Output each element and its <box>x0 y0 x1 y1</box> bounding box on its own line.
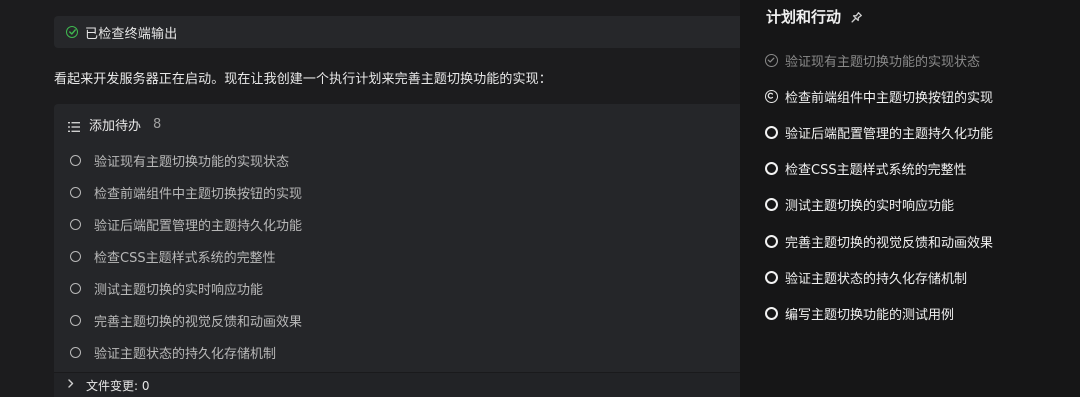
circle-icon <box>765 270 778 284</box>
plan-item-pending: 验证主题状态的持久化存储机制 <box>765 259 993 295</box>
todo-item-label: 验证主题状态的持久化存储机制 <box>94 346 277 362</box>
plan-panel: 计划和行动 验证现有主题切换功能的实现状态 检查前端组件中主题切换按钮的实现 验… <box>740 0 1080 397</box>
plan-item-pending: 编写主题切换功能的测试用例 <box>765 295 993 331</box>
circle-icon <box>765 125 778 139</box>
chat-column: 已检查终端输出 看起来开发服务器正在启动。现在让我创建一个执行计划来完善主题切换… <box>0 0 740 397</box>
plan-item-label: 验证现有主题切换功能的实现状态 <box>785 54 981 70</box>
todo-item-label: 验证后端配置管理的主题持久化功能 <box>94 218 303 234</box>
check-circle-icon <box>66 26 78 38</box>
plan-item-in-progress: 检查前端组件中主题切换按钮的实现 <box>765 78 993 114</box>
todo-item-label: 验证现有主题切换功能的实现状态 <box>94 154 290 170</box>
todo-item: 验证现有主题切换功能的实现状态 <box>70 144 302 176</box>
todo-item: 检查前端组件中主题切换按钮的实现 <box>70 176 302 208</box>
todo-item: 验证主题状态的持久化存储机制 <box>70 336 302 368</box>
circle-icon <box>765 198 778 212</box>
plan-item-label: 检查CSS主题样式系统的完整性 <box>785 163 967 179</box>
terminal-check-label: 已检查终端输出 <box>85 26 178 42</box>
plan-item-pending: 检查CSS主题样式系统的完整性 <box>765 151 993 187</box>
todo-list: 验证现有主题切换功能的实现状态 检查前端组件中主题切换按钮的实现 验证后端配置管… <box>70 144 302 368</box>
plan-item-label: 编写主题切换功能的测试用例 <box>785 307 955 323</box>
todo-card: 添加待办 8 验证现有主题切换功能的实现状态 检查前端组件中主题切换按钮的实现 … <box>54 104 740 372</box>
circle-icon <box>70 282 81 294</box>
todo-item-label: 完善主题切换的视觉反馈和动画效果 <box>94 314 303 330</box>
circle-icon <box>70 186 81 198</box>
todo-title: 添加待办 <box>89 118 142 134</box>
plan-item-label: 检查前端组件中主题切换按钮的实现 <box>785 90 994 106</box>
todo-item: 测试主题切换的实时响应功能 <box>70 272 302 304</box>
plan-item-done: 验证现有主题切换功能的实现状态 <box>765 42 993 78</box>
todo-count: 8 <box>153 116 162 132</box>
plan-item-label: 验证主题状态的持久化存储机制 <box>785 271 968 287</box>
assistant-message: 看起来开发服务器正在启动。现在让我创建一个执行计划来完善主题切换功能的实现： <box>54 72 552 87</box>
app-root: 已检查终端输出 看起来开发服务器正在启动。现在让我创建一个执行计划来完善主题切换… <box>0 0 1080 397</box>
plan-item-label: 完善主题切换的视觉反馈和动画效果 <box>785 235 994 251</box>
plan-item-pending: 完善主题切换的视觉反馈和动画效果 <box>765 223 993 259</box>
circle-icon <box>70 346 81 358</box>
plan-title: 计划和行动 <box>766 8 842 26</box>
todo-item: 完善主题切换的视觉反馈和动画效果 <box>70 304 302 336</box>
list-icon <box>68 118 80 132</box>
todo-item-label: 检查CSS主题样式系统的完整性 <box>94 250 276 266</box>
circle-icon <box>765 306 778 320</box>
circle-icon <box>765 162 778 176</box>
circle-icon <box>70 154 81 166</box>
todo-item: 检查CSS主题样式系统的完整性 <box>70 240 302 272</box>
plan-list: 验证现有主题切换功能的实现状态 检查前端组件中主题切换按钮的实现 验证后端配置管… <box>765 42 993 332</box>
todo-item-label: 检查前端组件中主题切换按钮的实现 <box>94 186 303 202</box>
circle-icon <box>70 314 81 326</box>
terminal-check-bar[interactable]: 已检查终端输出 <box>54 16 740 48</box>
todo-header[interactable]: 添加待办 8 <box>68 114 161 134</box>
circle-icon <box>70 218 81 230</box>
plan-item-label: 验证后端配置管理的主题持久化功能 <box>785 126 994 142</box>
file-changes-label: 文件变更: 0 <box>86 378 150 393</box>
todo-item-label: 测试主题切换的实时响应功能 <box>94 282 264 298</box>
plan-item-pending: 测试主题切换的实时响应功能 <box>765 187 993 223</box>
todo-item: 验证后端配置管理的主题持久化功能 <box>70 208 302 240</box>
plan-item-label: 测试主题切换的实时响应功能 <box>785 199 955 215</box>
plan-header: 计划和行动 <box>766 6 863 27</box>
plan-item-pending: 验证后端配置管理的主题持久化功能 <box>765 114 993 150</box>
chevron-right-icon <box>68 378 74 391</box>
circle-icon <box>765 234 778 248</box>
circle-icon <box>70 250 81 262</box>
file-changes-toggle[interactable]: 文件变更: 0 <box>54 372 740 397</box>
pin-icon[interactable] <box>849 10 863 24</box>
in-progress-icon <box>765 89 778 103</box>
check-circle-icon <box>765 53 778 67</box>
